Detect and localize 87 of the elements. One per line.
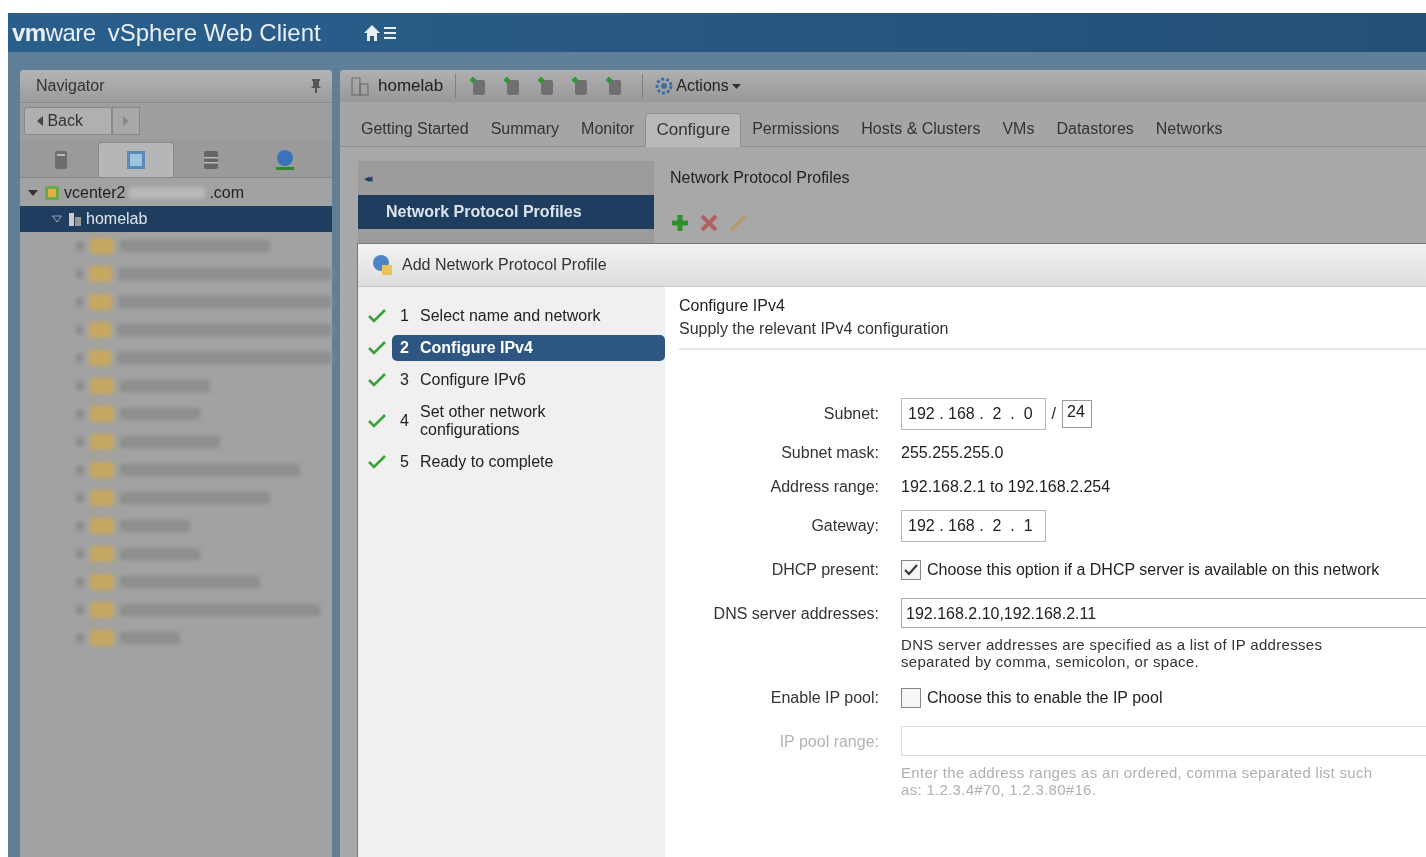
folder-icon — [89, 322, 111, 338]
delete-icon[interactable] — [700, 214, 718, 232]
product-title: vSphere Web Client — [107, 18, 321, 47]
server-icon — [54, 150, 68, 170]
datacenter-icon — [68, 211, 82, 227]
forward-button[interactable] — [112, 107, 140, 135]
folder-icon — [90, 602, 114, 618]
folder-icon — [90, 378, 114, 394]
gear-icon — [655, 77, 674, 95]
field-label: DNS server addresses: — [712, 604, 879, 624]
datacenter-icon — [350, 76, 370, 96]
folder-icon — [90, 546, 114, 562]
field-label: DHCP present: — [770, 560, 879, 580]
tree-label: homelab — [86, 210, 148, 228]
back-button[interactable]: Back — [24, 107, 112, 135]
tab[interactable]: Permissions — [741, 112, 851, 146]
navigator-tab[interactable] — [98, 142, 174, 177]
folder-icon — [89, 294, 112, 310]
tab[interactable]: Getting Started — [350, 112, 480, 146]
page-subheading: Supply the relevant IPv4 configuration — [679, 320, 950, 338]
checkbox[interactable] — [901, 688, 921, 708]
help-text: Enter the address ranges as an ordered, comma separated list such as: 1.2.3.4#70, 1.2.3.80#16. — [901, 764, 1374, 798]
wizard-step[interactable]: 3 Configure IPv6 — [392, 367, 665, 393]
field-value: 255.255.255.0 — [901, 444, 1004, 462]
vmware-logo: vmware — [12, 18, 96, 47]
checkbox-label: Choose this to enable the IP pool — [927, 689, 1163, 707]
globe-icon — [274, 149, 296, 171]
folder-icon — [90, 574, 114, 590]
home-menu-icon[interactable] — [362, 23, 397, 42]
tab[interactable]: Datastores — [1045, 112, 1145, 146]
tree-label: .com — [209, 184, 245, 202]
wizard-step[interactable]: 5 Ready to complete — [392, 449, 665, 475]
wizard-step[interactable]: 2 Configure IPv4 — [392, 335, 665, 361]
text-input-field[interactable]: 192.168.2.10,192.168.2.11 — [901, 598, 1426, 628]
tree-item[interactable]: vcenter2 .com — [20, 180, 332, 206]
folder-icon — [90, 406, 114, 422]
edit-icon[interactable] — [728, 213, 748, 233]
vm-icon — [126, 150, 146, 170]
tab[interactable]: Summary — [479, 112, 571, 146]
object-name: homelab — [378, 76, 444, 96]
folder-icon — [90, 518, 114, 534]
field-label: IP pool range: — [778, 732, 879, 752]
folder-icon — [90, 462, 114, 478]
tab[interactable]: Hosts & Clusters — [850, 112, 992, 146]
tab[interactable]: VMs — [991, 112, 1046, 146]
page-heading: Configure IPv4 — [679, 297, 786, 315]
database-icon — [203, 150, 219, 170]
actions-menu-button[interactable]: Actions — [655, 77, 741, 95]
network-profile-icon — [370, 253, 394, 277]
field-label: Address range: — [769, 477, 879, 497]
collapse-button[interactable]: ◂◂ — [358, 161, 654, 195]
prefix-length-field[interactable]: 24 — [1062, 400, 1092, 428]
forward-arrow-icon — [123, 116, 129, 126]
field-label: Gateway: — [810, 516, 879, 536]
slash-separator: / — [1051, 405, 1056, 423]
dialog-title: Add Network Protocol Profile — [402, 256, 607, 274]
tree-label: vcenter2 — [64, 184, 126, 202]
folder-icon — [90, 630, 114, 646]
folder-icon — [90, 238, 114, 254]
checkbox-label: Choose this option if a DHCP server is available on this network — [927, 561, 1380, 579]
folder-icon — [90, 434, 114, 450]
field-label: Subnet: — [822, 404, 879, 424]
tab[interactable]: Monitor — [570, 112, 646, 146]
side-menu-item[interactable]: Network Protocol Profiles — [358, 195, 654, 229]
folder-icon — [90, 490, 114, 506]
wizard-step[interactable]: 1 Select name and network — [392, 303, 665, 329]
tab[interactable]: Networks — [1144, 112, 1234, 146]
vcenter-icon — [44, 185, 60, 201]
folder-icon — [89, 350, 111, 366]
back-arrow-icon — [37, 116, 43, 126]
field-label: Subnet mask: — [780, 443, 879, 463]
ip-address-field[interactable]: 192 . 168 . 2 . 1 — [901, 510, 1046, 542]
expand-arrow-icon[interactable] — [52, 214, 62, 224]
help-text: DNS server addresses are specified as a list of IP addresses separated by comma, semicolon, or space. — [901, 636, 1324, 670]
pin-icon[interactable] — [310, 78, 322, 94]
add-icon[interactable] — [670, 213, 690, 233]
expand-arrow-icon[interactable] — [28, 188, 38, 198]
navigator-title: Navigator — [36, 77, 105, 95]
tree-item[interactable]: homelab — [20, 206, 332, 232]
caret-icon — [731, 83, 741, 89]
ip-address-field[interactable]: 192 . 168 . 2 . 0 — [901, 398, 1046, 430]
field-label: Enable IP pool: — [769, 688, 879, 708]
folder-icon — [89, 266, 112, 282]
tab[interactable]: Configure — [645, 113, 742, 147]
checkbox[interactable] — [901, 560, 921, 580]
panel-title: Network Protocol Profiles — [670, 168, 850, 187]
field-value: 192.168.2.1 to 192.168.2.254 — [901, 478, 1111, 496]
